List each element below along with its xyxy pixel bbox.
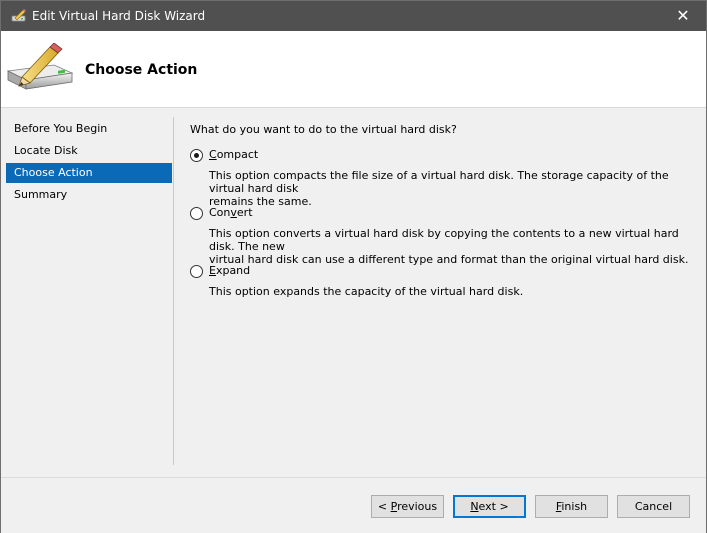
wizard-steps-nav: Before You Begin Locate Disk Choose Acti… bbox=[6, 117, 172, 467]
compact-radio[interactable] bbox=[190, 149, 203, 162]
previous-button[interactable]: < Previous bbox=[371, 495, 444, 518]
wizard-header: Choose Action bbox=[1, 31, 706, 108]
convert-label[interactable]: Convert bbox=[209, 206, 253, 219]
convert-description: This option converts a virtual hard disk… bbox=[209, 227, 689, 266]
title-bar[interactable]: Edit Virtual Hard Disk Wizard ✕ bbox=[1, 1, 706, 31]
nav-divider bbox=[173, 117, 174, 465]
nav-item-choose-action[interactable]: Choose Action bbox=[6, 163, 172, 183]
wizard-window: Edit Virtual Hard Disk Wizard ✕ Choose A… bbox=[0, 0, 707, 533]
close-icon: ✕ bbox=[676, 6, 690, 25]
wizard-app-icon bbox=[11, 9, 26, 22]
expand-label[interactable]: Expand bbox=[209, 264, 250, 277]
cancel-button[interactable]: Cancel bbox=[617, 495, 690, 518]
question-text: What do you want to do to the virtual ha… bbox=[190, 123, 457, 136]
hard-disk-pencil-icon bbox=[6, 43, 74, 90]
compact-label[interactable]: Compact bbox=[209, 148, 258, 161]
button-bar: < Previous Next > Finish Cancel bbox=[1, 477, 706, 533]
page-title: Choose Action bbox=[85, 62, 198, 78]
next-button[interactable]: Next > bbox=[453, 495, 526, 518]
finish-button[interactable]: Finish bbox=[535, 495, 608, 518]
window-title: Edit Virtual Hard Disk Wizard bbox=[32, 9, 206, 23]
nav-item-before-you-begin[interactable]: Before You Begin bbox=[6, 119, 172, 139]
expand-description: This option expands the capacity of the … bbox=[209, 285, 524, 298]
convert-radio[interactable] bbox=[190, 207, 203, 220]
expand-radio[interactable] bbox=[190, 265, 203, 278]
compact-description: This option compacts the file size of a … bbox=[209, 169, 669, 208]
close-button[interactable]: ✕ bbox=[660, 1, 706, 31]
nav-item-summary[interactable]: Summary bbox=[6, 185, 172, 205]
nav-item-locate-disk[interactable]: Locate Disk bbox=[6, 141, 172, 161]
